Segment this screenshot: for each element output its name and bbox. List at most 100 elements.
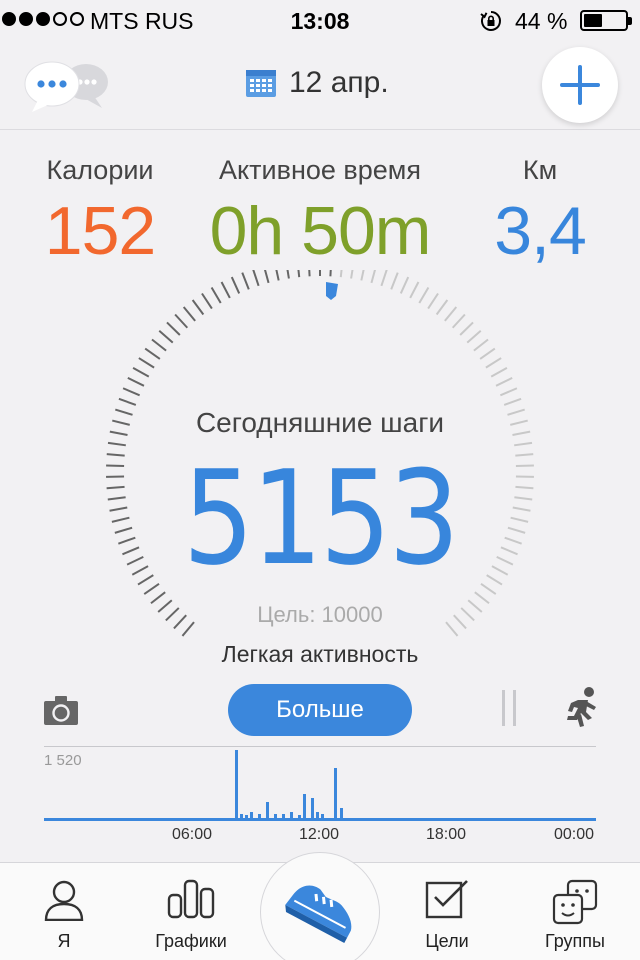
calories-label: Калории — [46, 155, 154, 185]
dial-title: Сегодняшние шаги — [195, 407, 445, 438]
chart-bar — [250, 812, 253, 818]
dial-tick — [132, 366, 150, 378]
signal-strength-icon — [2, 12, 84, 26]
tab-charts[interactable]: Графики — [131, 863, 251, 960]
bar-chart-icon — [167, 879, 215, 919]
dial-tick — [297, 270, 301, 278]
dial-tick — [151, 338, 167, 352]
dial-tick — [308, 270, 311, 277]
x-tick-18: 18:00 — [425, 826, 467, 843]
camera-button[interactable] — [44, 695, 78, 725]
chart-bar — [274, 814, 277, 818]
chart-bar — [282, 814, 285, 818]
dial-tick — [182, 306, 196, 322]
chart-bars — [44, 750, 596, 821]
dial-tick — [252, 270, 260, 287]
chart-bar — [298, 815, 301, 818]
distance-value: 3,4 — [494, 193, 587, 269]
tab-me-label: Я — [57, 931, 71, 951]
chart-bar — [266, 802, 269, 818]
dial-tick — [138, 357, 155, 369]
tab-me[interactable]: Я — [4, 863, 124, 960]
dial-tick — [390, 272, 399, 290]
chart-bar — [245, 815, 248, 818]
dial-tick — [485, 357, 502, 369]
calories-stat: Калории 152 — [30, 155, 170, 270]
chart-bar — [340, 808, 343, 818]
dial-tick — [479, 347, 496, 360]
dial-tick — [264, 270, 270, 284]
dial-tick — [144, 347, 161, 360]
dial-tick — [122, 387, 141, 397]
dial-tick — [451, 313, 466, 329]
carrier-name: MTS RUS — [90, 8, 194, 34]
tab-charts-label: Графики — [155, 931, 227, 951]
dial-tick — [418, 286, 430, 304]
plus-icon — [560, 65, 600, 105]
dial-tick — [435, 299, 449, 316]
dial-tick — [360, 270, 365, 281]
header: 12 апр. — [0, 40, 640, 130]
dial-tick — [495, 376, 513, 387]
running-man-icon — [567, 687, 596, 727]
battery-icon — [580, 10, 632, 31]
dial-tick — [286, 270, 290, 279]
tab-activity[interactable] — [260, 852, 380, 960]
checkbox-icon — [425, 880, 468, 919]
status-bar: MTS RUS 13:08 44 % — [0, 0, 640, 40]
chart-bar — [240, 814, 243, 818]
step-count: 5153 — [182, 442, 460, 594]
dial-tick — [444, 306, 458, 322]
dial-tick — [241, 272, 250, 290]
calendar-icon — [246, 70, 276, 97]
calories-value: 152 — [44, 193, 156, 269]
battery-percent: 44 % — [515, 8, 568, 34]
step-goal: Цель: 10000 — [257, 602, 383, 627]
add-button[interactable] — [542, 47, 618, 123]
dial-tick — [350, 270, 354, 279]
dial-tick — [399, 276, 410, 294]
dial-tick — [380, 270, 388, 287]
dial-tick — [427, 292, 439, 310]
x-tick-12: 12:00 — [298, 826, 340, 843]
chart-bar — [334, 768, 337, 818]
dial-tick — [158, 329, 174, 344]
dial-tick — [210, 286, 222, 304]
dial-tick — [459, 321, 474, 336]
dial-tick — [329, 270, 332, 277]
more-button[interactable]: Больше — [228, 684, 412, 736]
dial-tick — [339, 270, 343, 278]
pause-button[interactable] — [502, 690, 520, 726]
chart-bar — [303, 794, 306, 818]
active-time-value: 0h 50m — [209, 193, 432, 269]
dial-tick — [166, 321, 181, 336]
dial-tick — [409, 281, 420, 299]
running-mode-button[interactable] — [564, 686, 600, 730]
active-time-stat: Активное время 0h 50m — [195, 155, 445, 270]
group-faces-icon — [552, 879, 598, 925]
x-tick-00: 00:00 — [553, 826, 595, 843]
distance-stat: Км 3,4 — [480, 155, 600, 270]
dial-tick — [118, 397, 137, 406]
dial-tick — [127, 376, 145, 387]
tab-groups[interactable]: Группы — [515, 863, 635, 960]
x-tick-06: 06:00 — [171, 826, 213, 843]
active-time-label: Активное время — [219, 155, 421, 185]
dial-tick — [490, 366, 508, 378]
chart-bar — [235, 750, 238, 818]
rotation-lock-icon — [480, 11, 501, 31]
dial-tick — [499, 387, 518, 397]
date-picker[interactable]: 12 апр. — [245, 66, 389, 100]
dial-tick — [370, 270, 376, 284]
progress-marker — [326, 282, 338, 300]
chat-bubbles-button[interactable] — [22, 58, 114, 116]
hourly-steps-chart: 1 520 06:00 12:00 18:00 00:00 — [44, 746, 596, 850]
dial-tick — [174, 313, 189, 329]
chart-bar — [311, 798, 314, 818]
tab-goals-label: Цели — [425, 931, 469, 951]
dial-tick — [275, 270, 280, 281]
dial-tick — [191, 299, 205, 316]
tab-goals[interactable]: Цели — [387, 863, 507, 960]
chat-bubbles-icon — [24, 61, 108, 112]
date-label: 12 апр. — [289, 66, 389, 99]
